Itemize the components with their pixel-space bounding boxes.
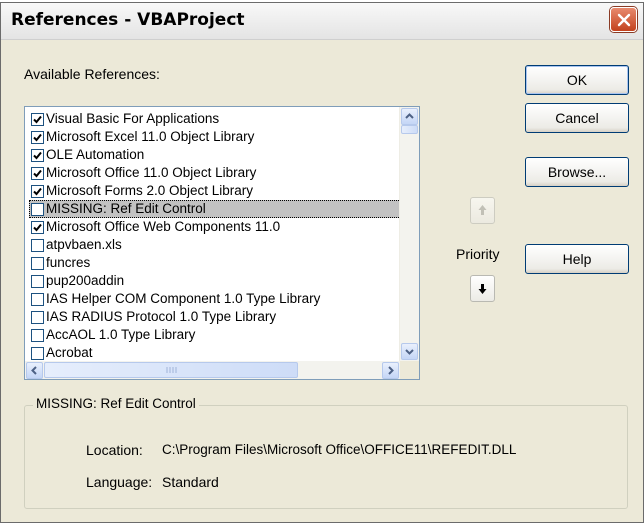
priority-label: Priority — [456, 246, 500, 262]
priority-up-button[interactable] — [470, 197, 495, 224]
reference-checkbox[interactable] — [31, 239, 44, 252]
scroll-down-arrow-icon — [405, 349, 414, 355]
reference-checkbox[interactable] — [31, 113, 44, 126]
location-label: Location: — [86, 442, 143, 458]
window-title: References - VBAProject — [11, 10, 245, 30]
reference-checkbox[interactable] — [31, 275, 44, 288]
scroll-up-button[interactable] — [401, 108, 418, 125]
browse-button[interactable]: Browse... — [525, 157, 629, 187]
language-value: Standard — [162, 474, 219, 490]
scroll-left-arrow-icon — [31, 366, 37, 375]
reference-label: IAS RADIUS Protocol 1.0 Type Library — [46, 309, 277, 324]
reference-checkbox[interactable] — [31, 149, 44, 162]
horizontal-scrollbar[interactable] — [25, 361, 400, 379]
reference-checkbox[interactable] — [31, 221, 44, 234]
horizontal-scroll-thumb[interactable] — [44, 362, 298, 378]
checkmark-icon — [33, 115, 42, 124]
checkmark-icon — [33, 223, 42, 232]
reference-checkbox[interactable] — [31, 185, 44, 198]
reference-item[interactable]: Microsoft Excel 11.0 Object Library — [29, 128, 415, 146]
reference-label: Acrobat — [46, 345, 93, 360]
reference-label: MISSING: Ref Edit Control — [46, 201, 206, 216]
arrow-up-icon — [478, 205, 487, 215]
reference-label: Microsoft Office 11.0 Object Library — [46, 165, 257, 180]
reference-item[interactable]: AccAOL 1.0 Type Library — [29, 326, 415, 344]
references-dialog: References - VBAProject Available Refere… — [0, 2, 644, 523]
scroll-down-button[interactable] — [401, 343, 418, 360]
reference-item[interactable]: Microsoft Office 11.0 Object Library — [29, 164, 415, 182]
reference-checkbox[interactable] — [31, 311, 44, 324]
scroll-right-button[interactable] — [382, 362, 399, 379]
reference-label: pup200addin — [46, 273, 125, 288]
checkmark-icon — [33, 151, 42, 160]
location-value: C:\Program Files\Microsoft Office\OFFICE… — [162, 442, 517, 457]
close-icon — [617, 13, 631, 27]
reference-label: Visual Basic For Applications — [46, 111, 220, 126]
reference-item[interactable]: atpvbaen.xls — [29, 236, 415, 254]
reference-label: Microsoft Excel 11.0 Object Library — [46, 129, 255, 144]
references-listbox[interactable]: Visual Basic For Applications Microsoft E… — [24, 106, 420, 380]
cancel-button[interactable]: Cancel — [525, 103, 629, 133]
reference-label: AccAOL 1.0 Type Library — [46, 327, 196, 342]
title-bar[interactable]: References - VBAProject — [1, 3, 643, 40]
reference-checkbox[interactable] — [31, 203, 44, 216]
reference-item[interactable]: IAS RADIUS Protocol 1.0 Type Library — [29, 308, 415, 326]
reference-label: IAS Helper COM Component 1.0 Type Librar… — [46, 291, 321, 306]
reference-checkbox[interactable] — [31, 167, 44, 180]
reference-checkbox[interactable] — [31, 329, 44, 342]
reference-label: OLE Automation — [46, 147, 145, 162]
vertical-scroll-thumb[interactable] — [401, 125, 418, 134]
close-button[interactable] — [610, 7, 637, 32]
reference-item[interactable]: Microsoft Office Web Components 11.0 — [29, 218, 415, 236]
reference-checkbox[interactable] — [31, 257, 44, 270]
arrow-down-icon — [478, 284, 487, 294]
reference-item[interactable]: OLE Automation — [29, 146, 415, 164]
checkmark-icon — [33, 187, 42, 196]
grip-icon — [166, 367, 177, 373]
reference-label: Microsoft Office Web Components 11.0 — [46, 219, 281, 234]
reference-label: atpvbaen.xls — [46, 237, 122, 252]
reference-item[interactable]: funcres — [29, 254, 415, 272]
available-references-label: Available References: — [24, 66, 160, 82]
checkmark-icon — [33, 133, 42, 142]
reference-item[interactable]: pup200addin — [29, 272, 415, 290]
scroll-right-arrow-icon — [388, 366, 394, 375]
ok-button[interactable]: OK — [525, 65, 629, 95]
scroll-up-arrow-icon — [405, 113, 414, 119]
reference-details-group: MISSING: Ref Edit Control Location: C:\P… — [24, 396, 628, 509]
vertical-scrollbar[interactable] — [399, 107, 419, 361]
scrollbar-corner — [400, 361, 419, 379]
language-label: Language: — [86, 474, 153, 490]
reference-checkbox[interactable] — [31, 131, 44, 144]
reference-checkbox[interactable] — [31, 293, 44, 306]
priority-down-button[interactable] — [470, 275, 495, 302]
reference-checkbox[interactable] — [31, 347, 44, 360]
details-title: MISSING: Ref Edit Control — [33, 396, 199, 411]
reference-label: funcres — [46, 255, 91, 270]
reference-label: Microsoft Forms 2.0 Object Library — [46, 183, 254, 198]
reference-item[interactable]: IAS Helper COM Component 1.0 Type Librar… — [29, 290, 415, 308]
reference-item[interactable]: Microsoft Forms 2.0 Object Library — [29, 182, 415, 200]
reference-item[interactable]: Acrobat — [29, 344, 415, 362]
checkmark-icon — [33, 169, 42, 178]
references-list: Visual Basic For Applications Microsoft E… — [29, 110, 415, 362]
help-button[interactable]: Help — [525, 244, 629, 274]
reference-item[interactable]: MISSING: Ref Edit Control — [29, 200, 415, 218]
reference-item[interactable]: Visual Basic For Applications — [29, 110, 415, 128]
scroll-left-button[interactable] — [26, 362, 43, 379]
